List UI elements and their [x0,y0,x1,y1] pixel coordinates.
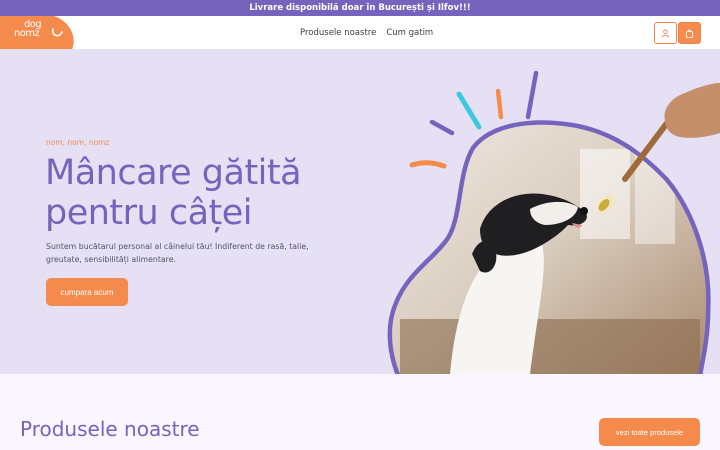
decor-stroke-orange-small [495,88,504,120]
nav-cum-gatim[interactable]: Cum gatim [386,28,433,38]
hero-headline-line1: Mâncare gătită [45,153,302,193]
decor-stroke-teal [456,91,482,130]
hero-subtitle: Suntem bucătarul personal al câinelui tă… [46,242,309,264]
hero-tagline: nom, nom, nomz [46,138,110,147]
logo[interactable]: dog nomz [14,20,42,39]
decor-stroke-purple-short [429,119,455,136]
hero-illustration [387,70,720,374]
logo-line-nomz: nomz [14,28,40,39]
products-section: Produsele noastre vezi toate produsele [0,374,720,450]
hand [664,83,720,138]
user-icon [661,28,670,38]
shopping-bag-icon [685,29,694,38]
products-title: Produsele noastre [20,417,200,441]
logo-smile-icon [51,28,63,37]
hero-headline: Mâncare gătită pentru câței [45,153,302,233]
dog-photo [392,124,707,374]
account-button[interactable] [654,22,677,44]
see-all-products-button[interactable]: vezi toate produsele [599,418,700,446]
nav-produsele-noastre[interactable]: Produsele noastre [300,28,376,38]
announcement-bar: Livrare disponibilă doar în București și… [0,0,720,16]
hero-headline-line2: pentru câței [45,193,253,233]
cart-button[interactable] [678,22,701,44]
hero-section: nom, nom, nomz Mâncare gătită pentru câț… [0,49,720,374]
decor-stroke-orange-left [409,160,447,169]
decor-stroke-purple-long [525,70,539,120]
main-nav: Produsele noastre Cum gatim [300,16,433,49]
site-header: dog nomz Produsele noastre Cum gatim [0,16,720,66]
announcement-text: Livrare disponibilă doar în București și… [249,3,471,13]
buy-now-button[interactable]: cumpara acum [46,278,128,306]
